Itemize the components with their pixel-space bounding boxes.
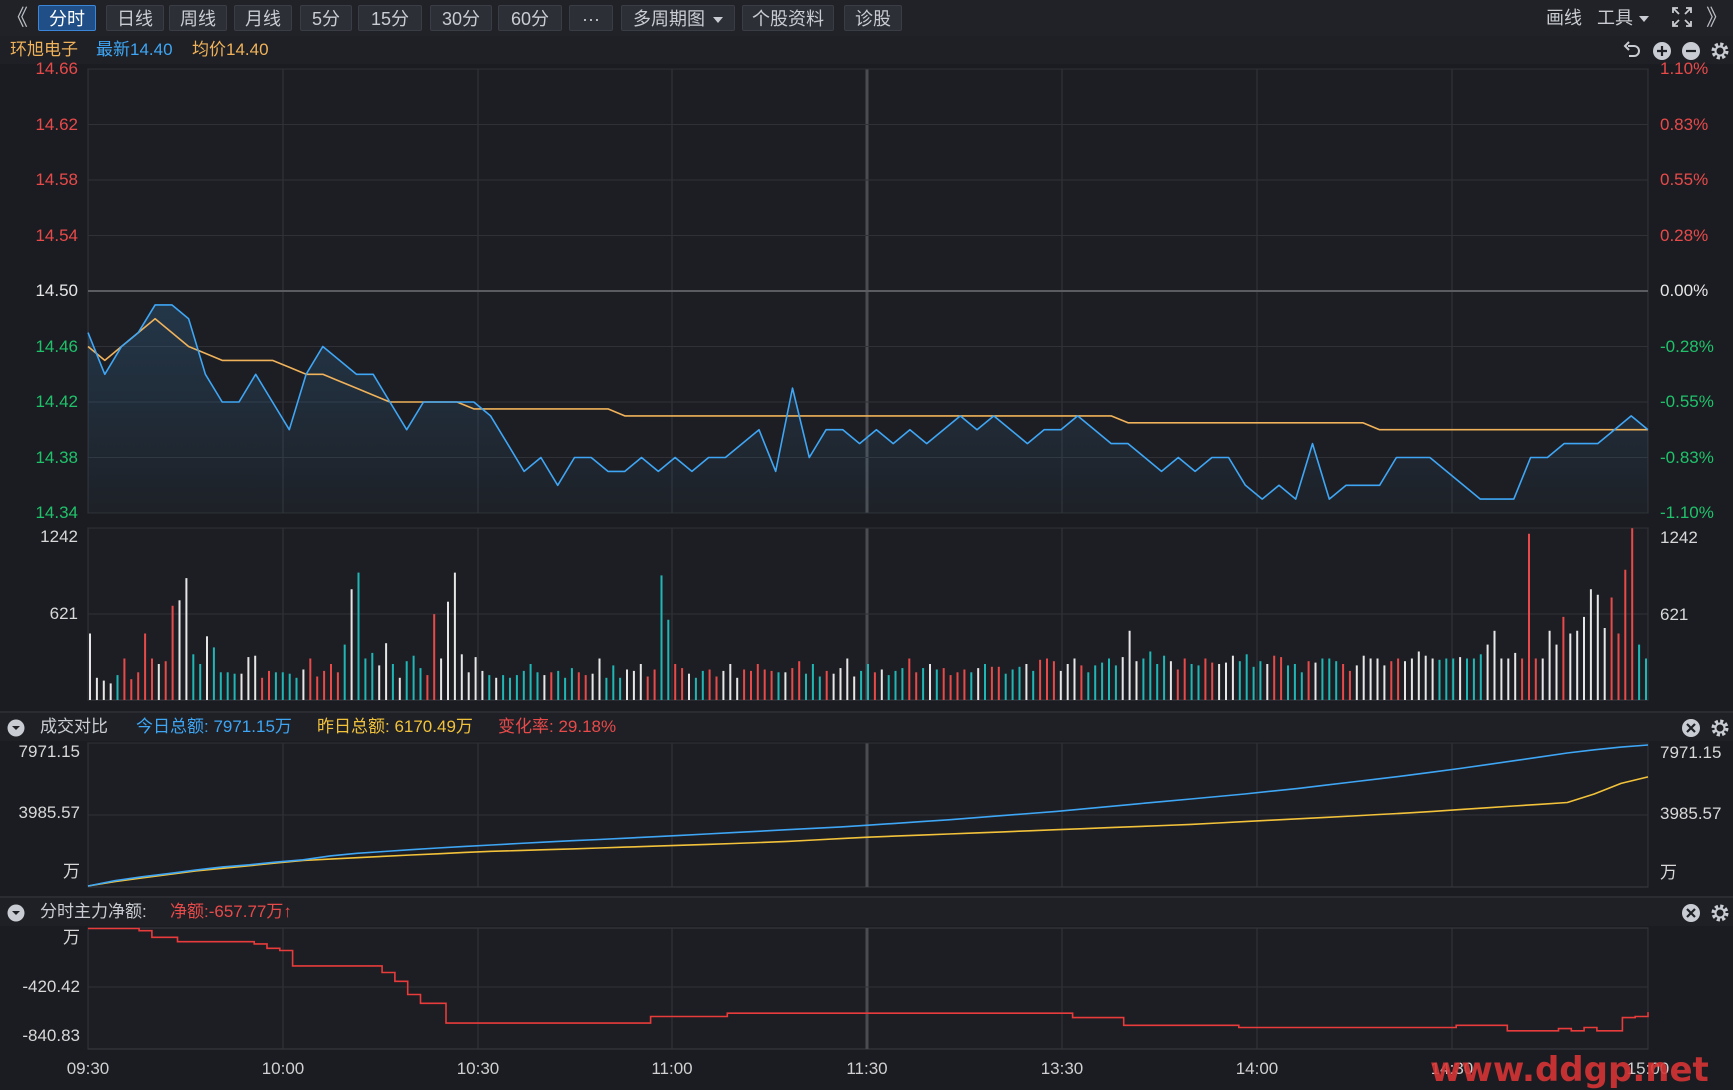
change-rate: 变化率: 29.18% bbox=[498, 717, 617, 736]
panel-settings-icon[interactable] bbox=[1710, 898, 1730, 926]
price-tick-label: 14.38 bbox=[35, 447, 78, 467]
net-tick-label: 万 bbox=[63, 928, 80, 947]
panel-settings-icon[interactable] bbox=[1710, 713, 1730, 741]
percent-tick-label: 0.00% bbox=[1660, 281, 1709, 300]
price-tick-label: 14.50 bbox=[35, 281, 78, 300]
percent-tick-label: 0.28% bbox=[1660, 225, 1709, 245]
compare-tick-label: 7971.15 bbox=[18, 742, 80, 761]
up-arrow-icon: ↑ bbox=[283, 902, 292, 921]
compare-tick-label: 万 bbox=[1660, 863, 1677, 882]
price-tick-label: 14.54 bbox=[35, 225, 78, 245]
time-tick-label: 11:30 bbox=[846, 1059, 888, 1078]
compare-tick-label: 万 bbox=[63, 862, 80, 881]
volume-tick-label: 1242 bbox=[1660, 528, 1698, 547]
price-tick-label: 14.62 bbox=[35, 114, 78, 134]
today-total: 今日总额: 7971.15万 bbox=[136, 717, 292, 736]
volume-tick-label: 621 bbox=[1660, 605, 1689, 624]
yesterday-total: 昨日总额: 6170.49万 bbox=[317, 717, 473, 736]
collapse-panel-icon[interactable] bbox=[7, 898, 25, 926]
close-panel-icon[interactable] bbox=[1681, 713, 1701, 741]
percent-tick-label: -0.83% bbox=[1660, 447, 1714, 467]
compare-tick-label: 3985.57 bbox=[1660, 804, 1722, 823]
collapse-panel-icon[interactable] bbox=[7, 713, 25, 741]
compare-panel-header: 成交对比 今日总额: 7971.15万 昨日总额: 6170.49万 变化率: … bbox=[0, 713, 1733, 741]
percent-tick-label: 1.10% bbox=[1660, 59, 1709, 78]
net-value-text: 净额:-657.77万 bbox=[170, 902, 284, 921]
time-tick-label: 11:00 bbox=[651, 1059, 693, 1078]
percent-tick-label: -1.10% bbox=[1660, 503, 1714, 522]
net-value: 净额:-657.77万↑ bbox=[170, 898, 292, 926]
time-tick-label: 13:30 bbox=[1040, 1059, 1084, 1078]
net-tick-label: -840.83 bbox=[22, 1026, 80, 1045]
volume-tick-label: 1242 bbox=[40, 527, 78, 546]
time-tick-label: 09:30 bbox=[66, 1059, 110, 1078]
compare-tick-label: 7971.15 bbox=[1660, 743, 1722, 762]
net-panel-header: 分时主力净额: 净额:-657.77万↑ bbox=[0, 898, 1733, 926]
time-tick-label: 14:00 bbox=[1235, 1059, 1279, 1078]
time-tick-label: 10:00 bbox=[261, 1059, 305, 1078]
time-tick-label: 10:30 bbox=[456, 1059, 500, 1078]
percent-tick-label: -0.55% bbox=[1660, 392, 1714, 411]
compare-title: 成交对比 bbox=[40, 717, 108, 736]
price-tick-label: 14.42 bbox=[35, 392, 78, 411]
compare-tick-label: 3985.57 bbox=[18, 803, 80, 822]
percent-tick-label: 0.83% bbox=[1660, 114, 1709, 134]
price-tick-label: 14.34 bbox=[35, 503, 78, 522]
price-tick-label: 14.46 bbox=[35, 336, 78, 356]
percent-tick-label: -0.28% bbox=[1660, 336, 1714, 356]
net-title: 分时主力净额: bbox=[40, 902, 147, 921]
close-panel-icon[interactable] bbox=[1681, 898, 1701, 926]
watermark: www.ddgp.net bbox=[1430, 1050, 1709, 1090]
percent-tick-label: 0.55% bbox=[1660, 170, 1709, 189]
price-tick-label: 14.66 bbox=[35, 59, 78, 78]
net-tick-label: -420.42 bbox=[22, 977, 80, 996]
volume-tick-label: 621 bbox=[49, 604, 78, 623]
price-tick-label: 14.58 bbox=[35, 170, 78, 189]
